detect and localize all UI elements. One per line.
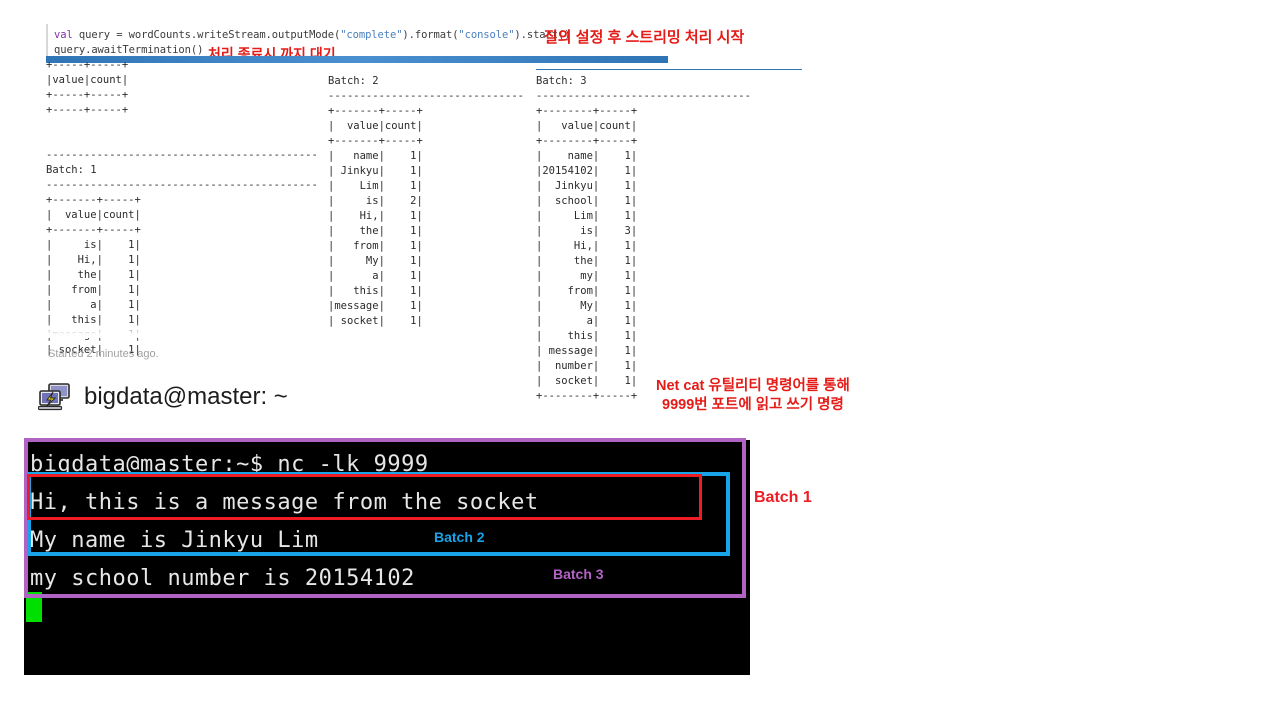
code-plain-1: query = wordCounts.writeStream.outputMod… [72, 29, 341, 41]
annotation-netcat-line2: 9999번 포트에 읽고 쓰기 명령 [662, 397, 844, 413]
code-plain-2: ).format( [402, 29, 459, 41]
batch2-tag-label: Batch 2 [434, 529, 485, 545]
terminal-title-bar: bigdata@master: ~ [38, 382, 288, 412]
batch3-highlight-box [27, 474, 702, 520]
terminal-title-text: bigdata@master: ~ [84, 383, 288, 410]
annotation-netcat: Net cat 유틸리티 명령어를 통해 9999번 포트에 읽고 쓰기 명령 [656, 377, 850, 415]
annotation-query-start: 질의 설정 후 스트리밍 처리 시작 [544, 29, 745, 46]
console-output-column-empty-and-batch1: +-----+-----+ |value|count| +-----+-----… [46, 59, 318, 356]
batch3-tag-label: Batch 3 [553, 566, 604, 582]
code-keyword-val: val [54, 29, 73, 41]
started-status-label: Started 2 minutes ago. [48, 348, 159, 360]
code-string-console: "console" [458, 29, 515, 41]
blue-divider-line-right [536, 69, 802, 70]
console-output-column-batch2: Batch: 2 -------------------------------… [328, 75, 524, 327]
annotation-netcat-line1: Net cat 유틸리티 명령어를 통해 [656, 378, 850, 394]
batch1-tag-label: Batch 1 [754, 489, 812, 506]
console-column1-fade-mask [40, 322, 220, 338]
console-output-column-batch3: Batch: 3 -------------------------------… [536, 75, 751, 402]
remote-desktop-icon [38, 382, 72, 412]
code-string-complete: "complete" [340, 29, 403, 41]
